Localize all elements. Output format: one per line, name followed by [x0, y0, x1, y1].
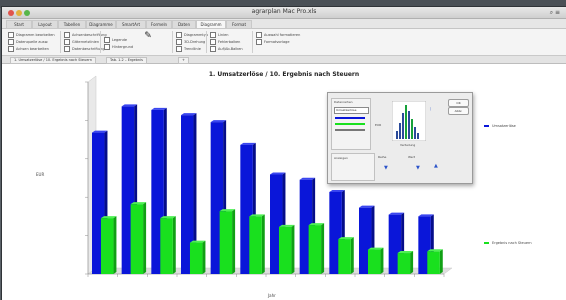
ribbon-button[interactable]: Datenquelle ausw. — [8, 39, 48, 45]
bar-side-ergebnis — [410, 251, 414, 274]
format-data-series-dialog: Datenreihen Umsatzerlöse EUR Verteilung … — [327, 92, 473, 184]
legend-entry-umsatz: Umsatzerlöse — [484, 124, 516, 128]
histogram-label: Verteilung — [400, 143, 416, 147]
bar-side-ergebnis — [261, 214, 265, 274]
ribbon-toolbar: Diagramm bearbeiten Datenquelle ausw. Ac… — [2, 29, 566, 56]
ribbon-button[interactable]: Gitternetzlinien — [64, 39, 99, 45]
ribbon-tab-formeln[interactable]: Formeln — [146, 20, 172, 29]
ribbon-button[interactable]: Hintergrund — [104, 44, 133, 50]
bar-side-ergebnis — [202, 240, 206, 274]
move-up-icon[interactable]: ▲ — [434, 163, 438, 169]
ribbon-tab-smartart[interactable]: SmartArt — [116, 20, 146, 29]
bar-ergebnis — [338, 239, 351, 274]
chart-canvas: 1. Umsatzerlöse / 10. Ergebnis nach Steu… — [2, 64, 566, 300]
bar-side-ergebnis — [291, 224, 295, 274]
bar-ergebnis — [278, 226, 292, 274]
ribbon-button[interactable]: Formatvorlage — [256, 39, 289, 45]
ribbon-separator — [60, 31, 61, 53]
bar-ergebnis — [367, 249, 381, 274]
ribbon-tab-bar: Start Layout Tabellen Diagramme SmartArt… — [2, 19, 566, 29]
ribbon-button[interactable]: Linien — [210, 32, 229, 38]
value-label: EUR — [375, 123, 382, 127]
bar-ergebnis — [427, 251, 440, 274]
ribbon-button[interactable]: Trendlinie — [176, 46, 201, 52]
bar-ergebnis — [397, 253, 411, 274]
ribbon-tab-format[interactable]: Format — [226, 20, 252, 29]
ribbon-button[interactable]: Achsen bearbeiten — [8, 46, 49, 52]
ribbon-tab-layout[interactable]: Layout — [32, 20, 58, 29]
histogram-preview — [392, 101, 426, 141]
group-label: Datenreihen — [334, 100, 353, 104]
bar-ergebnis — [249, 216, 262, 274]
ribbon-button[interactable]: Diagramm bearbeiten — [8, 32, 55, 38]
bar-side-ergebnis — [380, 247, 384, 274]
series-group: Datenreihen Umsatzerlöse — [331, 98, 371, 150]
bar-ergebnis — [219, 211, 233, 274]
ribbon-tab-tabellen[interactable]: Tabellen — [58, 20, 86, 29]
bar-chart — [85, 75, 453, 277]
ribbon-tab-daten[interactable]: Daten — [172, 20, 196, 29]
bar-ergebnis — [189, 242, 203, 274]
bar-side-ergebnis — [439, 249, 443, 274]
bar-ergebnis — [100, 218, 114, 274]
paint-bucket-icon[interactable]: ✎ — [140, 31, 156, 41]
ribbon-tab-diagramm[interactable]: Diagramm — [196, 20, 226, 29]
ribbon-tab-start[interactable]: Start — [6, 20, 32, 29]
series-line-blue — [335, 117, 365, 119]
bar-ergebnis — [308, 225, 322, 274]
sheet-tab-bar: 1. Umsatzerlöse / 10. Ergebnis nach Steu… — [2, 56, 566, 64]
bar-ergebnis — [160, 218, 173, 274]
move-down-icon[interactable]: ▼ — [384, 165, 388, 171]
bar-side-ergebnis — [232, 209, 236, 274]
ribbon-separator — [100, 31, 101, 53]
column-a-label: Reihe — [378, 155, 387, 159]
add-sheet-button[interactable]: + — [178, 57, 189, 64]
series-line-green — [335, 123, 365, 125]
options-group: Anzeigen — [331, 153, 375, 181]
bar-ergebnis — [130, 204, 144, 274]
bar-side-ergebnis — [321, 223, 325, 274]
ribbon-separator — [252, 31, 253, 53]
bar-side-ergebnis — [143, 202, 147, 274]
legend-swatch — [484, 125, 489, 127]
ribbon-separator — [206, 31, 207, 53]
bar-side-ergebnis — [113, 216, 117, 274]
ribbon-button[interactable]: Auf/Ab-Balken — [210, 46, 243, 52]
ribbon-button[interactable]: Datenbeschriftung — [64, 46, 105, 52]
search-icon[interactable]: ⌕ ≡ — [550, 9, 560, 17]
column-b-label: Wert — [408, 155, 416, 159]
ribbon-button[interactable]: Auswahl formatieren — [256, 32, 300, 38]
arrow-indicator-icon: │ — [430, 107, 432, 111]
title-bar: agrarplan Mac Pro.xls ⌕ ≡ — [2, 7, 566, 19]
move-down-icon[interactable]: ▼ — [416, 165, 420, 171]
cancel-button[interactable]: Abbr. — [448, 107, 469, 115]
ribbon-button[interactable]: Legende — [104, 37, 127, 43]
ribbon-separator — [172, 31, 173, 53]
sheet-tab-chart[interactable]: 1. Umsatzerlöse / 10. Ergebnis nach Steu… — [10, 57, 97, 64]
ok-button[interactable]: OK — [448, 99, 469, 107]
ribbon-tab-diagramme[interactable]: Diagramme — [86, 20, 116, 29]
legend-entry-ergebnis: Ergebnis nach Steuern — [484, 241, 532, 245]
spreadsheet-window: agrarplan Mac Pro.xls ⌕ ≡ Start Layout T… — [2, 7, 566, 300]
ribbon-button[interactable]: 3D-Drehung — [176, 39, 205, 45]
ribbon-button[interactable]: Diagrammtyp — [176, 32, 208, 38]
series-select[interactable]: Umsatzerlöse — [334, 107, 369, 114]
window-title: agrarplan Mac Pro.xls — [251, 8, 317, 15]
bar-side-ergebnis — [350, 237, 354, 274]
sheet-tab-table[interactable]: Tab. 1.2 – Ergebnis — [106, 57, 147, 64]
ribbon-button[interactable]: Fehlerbalken — [210, 39, 240, 45]
checkbox-label[interactable]: Anzeigen — [334, 156, 348, 160]
legend-swatch — [484, 242, 489, 244]
bar-side-ergebnis — [172, 216, 176, 274]
series-line-gray — [335, 129, 365, 131]
